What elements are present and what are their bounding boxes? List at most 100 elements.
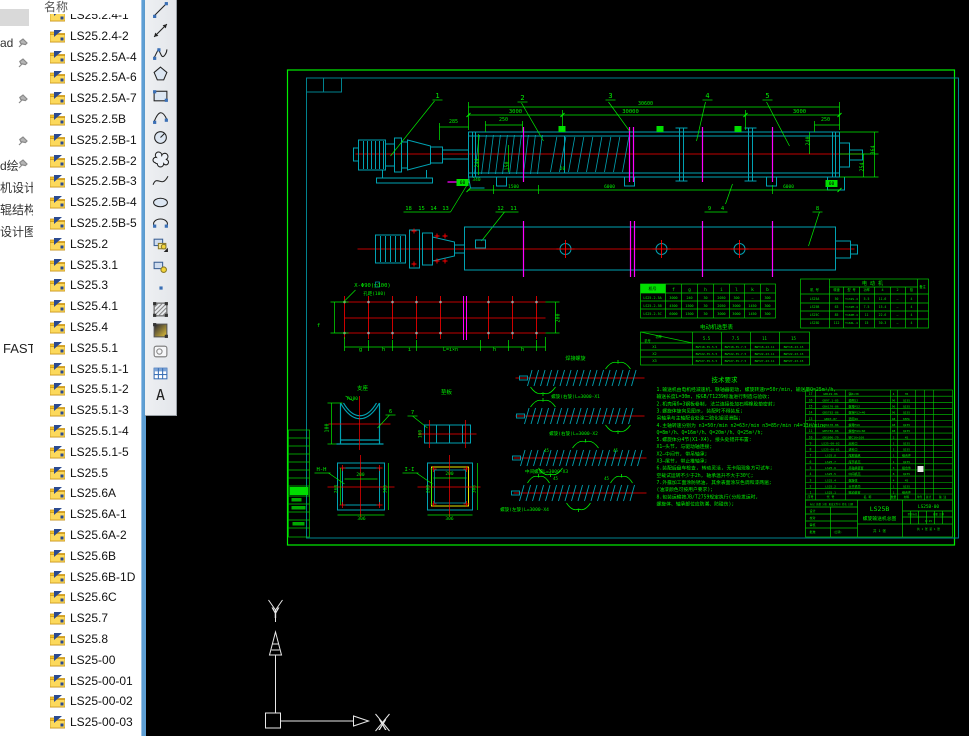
file-list-item[interactable]: LS25.6A [33, 484, 141, 504]
file-list-item[interactable]: LS25.8 [33, 630, 141, 650]
svg-text:BWY22-43-15: BWY22-43-15 [784, 352, 804, 356]
svg-text:340: 340 [472, 177, 480, 183]
file-list-item[interactable]: LS25.6B [33, 547, 141, 567]
file-list-item[interactable]: LS25.4.1 [33, 297, 141, 317]
svg-text:BWY27-43-11: BWY27-43-11 [755, 359, 775, 363]
svg-text:306: 306 [357, 516, 365, 522]
tool-ellipse-arc-icon[interactable] [152, 215, 170, 233]
file-list-item[interactable]: LS25.2.5A-4 [33, 48, 141, 68]
svg-text:4: 4 [721, 206, 725, 212]
nav-item-7[interactable]: 设计图 [0, 223, 33, 239]
tool-gradient-icon[interactable] [152, 322, 170, 340]
tool-multiline-text-icon[interactable]: A [152, 386, 170, 404]
file-list-item[interactable]: LS25-00-03 [33, 713, 141, 733]
file-list-item[interactable]: LS25.2.5A-7 [33, 89, 141, 109]
nav-item-5[interactable]: 机设计 [0, 179, 33, 195]
svg-text:300: 300 [764, 312, 770, 316]
column-header-name[interactable]: 名称 [33, 0, 141, 14]
tool-construction-line-icon[interactable] [152, 22, 170, 40]
folder-icon [49, 154, 66, 171]
tool-ellipse-icon[interactable] [152, 194, 170, 212]
file-list-item[interactable]: LS25.7 [33, 609, 141, 629]
tool-spline-icon[interactable] [152, 172, 170, 190]
file-list-item[interactable]: LS25.5.1 [33, 339, 141, 359]
tool-line-icon[interactable] [152, 1, 170, 19]
tool-make-block-icon[interactable] [152, 258, 170, 276]
file-list-item[interactable]: LS25.5.1-1 [33, 360, 141, 380]
file-list[interactable]: LS25.2.4-1 LS25.2.4-2 LS25.2.5A-4 LS25.2.5A… [33, 0, 141, 736]
svg-text:10: 10 [809, 435, 813, 439]
file-list-item[interactable]: LS25.2.5B-3 [33, 172, 141, 192]
svg-text:254: 254 [860, 162, 866, 171]
tool-arc-icon[interactable] [152, 108, 170, 126]
file-list-item[interactable]: LS25.4 [33, 318, 141, 338]
svg-text:306: 306 [445, 516, 453, 522]
tool-polygon-icon[interactable] [152, 65, 170, 83]
file-list-item[interactable]: LS25.2.4-2 [33, 27, 141, 47]
file-list-item[interactable]: LS25.6A-2 [33, 526, 141, 546]
file-list-item[interactable]: LS25.5.1-3 [33, 401, 141, 421]
nav-item-fast[interactable]: FAST [3, 341, 33, 356]
file-list-item[interactable]: LS25.5.1-2 [33, 380, 141, 400]
nav-item-4[interactable]: d绘 [0, 157, 33, 173]
ucs-icon [265, 599, 390, 732]
folder-icon [49, 653, 66, 670]
svg-text:键C16×100: 键C16×100 [849, 434, 865, 439]
file-list-item[interactable]: LS25.5 [33, 464, 141, 484]
svg-text:—: — [751, 296, 754, 300]
folder-icon [49, 612, 66, 628]
svg-text:30: 30 [703, 304, 707, 308]
tool-circle-icon[interactable] [152, 129, 170, 147]
svg-text:(日期): (日期) [833, 530, 842, 534]
file-list-item[interactable]: LS25.3 [33, 276, 141, 296]
svg-text:200: 200 [556, 313, 562, 322]
svg-text:尾节机壳: 尾节机壳 [849, 459, 861, 464]
file-list-item[interactable]: LS25.2 [33, 235, 141, 255]
file-list-item[interactable]: LS25.6A-1 [33, 505, 141, 525]
tool-insert-block-icon[interactable] [152, 236, 170, 254]
file-list-item[interactable]: LS25-00 [33, 651, 141, 671]
folder-icon [49, 71, 66, 87]
svg-text:销6×30: 销6×30 [849, 391, 859, 396]
tool-rectangle-icon[interactable] [152, 87, 170, 105]
file-list-item[interactable]: LS25.2.5B [33, 110, 141, 130]
svg-text:65Mn: 65Mn [903, 417, 910, 421]
file-list-item[interactable]: LS25.6B-1D [33, 568, 141, 588]
tool-revision-cloud-icon[interactable] [152, 151, 170, 169]
tool-region-icon[interactable] [152, 343, 170, 361]
file-list-item[interactable]: LS25-00-02 [33, 692, 141, 712]
nav-item-6[interactable]: 辊结构 [0, 201, 33, 217]
svg-text:LS25.2.5B: LS25.2.5B [643, 304, 661, 308]
svg-text:LS25B-00: LS25B-00 [918, 504, 940, 510]
file-list-item[interactable]: LS25.2.5B-1 [33, 131, 141, 151]
file-list-item[interactable]: LS25.2.5B-4 [33, 193, 141, 213]
nav-selected-item[interactable] [0, 9, 29, 26]
svg-text:Q235: Q235 [903, 398, 910, 402]
tool-point-icon[interactable] [152, 279, 170, 297]
svg-text:13: 13 [442, 206, 449, 212]
file-list-item[interactable]: LS25.2.5B-2 [33, 152, 141, 172]
nav-item-0[interactable]: ad [0, 36, 33, 52]
svg-text:8.包装运输按JB/T2759规定执行(分段发运时,: 8.包装运输按JB/T2759规定执行(分段发运时, [657, 493, 759, 500]
file-list-item[interactable]: LS25.2.5A-6 [33, 68, 141, 88]
tool-polyline-icon[interactable] [152, 44, 170, 62]
svg-text:45: 45 [604, 476, 609, 481]
svg-text:Y160M-4: Y160M-4 [845, 313, 858, 317]
file-list-item[interactable]: LS25-00-01 [33, 672, 141, 692]
svg-text:300: 300 [733, 296, 739, 300]
tool-hatch-icon[interactable] [152, 301, 170, 319]
nav-item-pin-1[interactable] [0, 56, 33, 72]
file-list-item[interactable]: LS25.3.1 [33, 256, 141, 276]
file-list-item[interactable]: LS25.6C [33, 588, 141, 608]
cad-canvas[interactable]: 1 2 3 4 5 30600 3000 30000 3000 285 250 250 244 150 24… [145, 0, 969, 736]
nav-item-pin-2[interactable] [0, 92, 33, 108]
svg-text:96: 96 [892, 398, 896, 402]
nav-item-pin-3[interactable] [0, 134, 33, 150]
svg-text:GB6170-86: GB6170-86 [822, 405, 838, 409]
file-list-item[interactable]: LS25.2.5B-5 [33, 214, 141, 234]
tool-table-icon[interactable] [152, 365, 170, 383]
file-list-item[interactable]: LS25.5.1-5 [33, 443, 141, 463]
svg-text:50: 50 [835, 297, 839, 301]
svg-text:7.外露加工面涂防锈油, 其余表面涂灰色调和漆两遍;: 7.外露加工面涂防锈油, 其余表面涂灰色调和漆两遍; [657, 479, 772, 486]
file-list-item[interactable]: LS25.5.1-4 [33, 422, 141, 442]
